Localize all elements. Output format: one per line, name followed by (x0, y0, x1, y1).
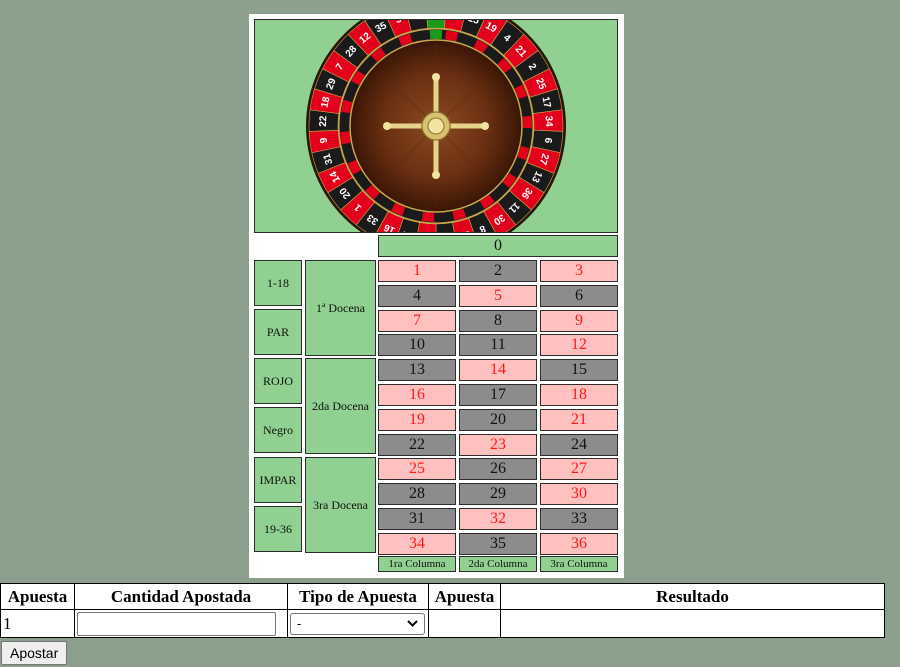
number-14-cell[interactable]: 14 (459, 359, 537, 381)
wheel-number-34: 34 (543, 115, 554, 127)
turret-knob (383, 122, 391, 130)
side-bet-negro[interactable]: Negro (254, 407, 302, 453)
chevron-down-icon (407, 620, 418, 627)
roulette-wheel[interactable]: 0321519421225173462713361130823105241633… (255, 20, 617, 232)
side-bet-impar[interactable]: IMPAR (254, 457, 302, 503)
header-result: Resultado (500, 583, 885, 610)
pocket-cup-34 (522, 115, 532, 129)
number-36-cell[interactable]: 36 (540, 533, 618, 555)
header-amount: Cantidad Apostada (74, 583, 288, 610)
turret-knob (481, 122, 489, 130)
dozen-bet-1[interactable]: 1ª Docena (305, 260, 376, 356)
amount-input[interactable] (77, 611, 276, 636)
turret-hub-cap (427, 117, 445, 135)
number-15-cell[interactable]: 15 (540, 359, 618, 381)
number-9-cell[interactable]: 9 (540, 310, 618, 332)
number-6-cell[interactable]: 6 (540, 285, 618, 307)
pocket-cup-9 (340, 131, 351, 145)
column-bet-1[interactable]: 1ra Columna (378, 556, 456, 572)
number-25-cell[interactable]: 25 (378, 458, 456, 480)
number-2-cell[interactable]: 2 (459, 260, 537, 282)
number-7-cell[interactable]: 7 (378, 310, 456, 332)
turret-knob (432, 171, 440, 179)
turret-knob (432, 73, 440, 81)
number-32-cell[interactable]: 32 (459, 508, 537, 530)
number-23-cell[interactable]: 23 (459, 434, 537, 456)
number-30-cell[interactable]: 30 (540, 483, 618, 505)
number-22-cell[interactable]: 22 (378, 434, 456, 456)
number-19-cell[interactable]: 19 (378, 409, 456, 431)
number-12-cell[interactable]: 12 (540, 334, 618, 356)
number-3-cell[interactable]: 3 (540, 260, 618, 282)
pocket-cup-6 (521, 131, 532, 145)
number-0-cell[interactable]: 0 (378, 235, 618, 257)
number-31-cell[interactable]: 31 (378, 508, 456, 530)
roulette-wheel-panel: 0321519421225173462713361130823105241633… (254, 19, 618, 233)
number-27-cell[interactable]: 27 (540, 458, 618, 480)
bet-type-selected: - (297, 616, 302, 631)
number-13-cell[interactable]: 13 (378, 359, 456, 381)
number-34-cell[interactable]: 34 (378, 533, 456, 555)
number-11-cell[interactable]: 11 (459, 334, 537, 356)
roulette-board: 0321519421225173462713361130823105241633… (249, 14, 624, 578)
side-bet-1-18[interactable]: 1-18 (254, 260, 302, 306)
side-bet-par[interactable]: PAR (254, 309, 302, 355)
number-16-cell[interactable]: 16 (378, 384, 456, 406)
number-26-cell[interactable]: 26 (459, 458, 537, 480)
bet-button[interactable]: Apostar (1, 641, 68, 665)
header-bet: Apuesta (0, 583, 75, 610)
bet-value-cell (428, 609, 501, 638)
bet-index: 1 (0, 609, 75, 638)
table-row: 1 - (0, 609, 885, 638)
bets-table: Apuesta Cantidad Apostada Tipo de Apuest… (0, 583, 885, 638)
column-bet-2[interactable]: 2da Columna (459, 556, 537, 572)
bet-type-select[interactable]: - (290, 612, 425, 635)
number-21-cell[interactable]: 21 (540, 409, 618, 431)
pocket-cup-10 (437, 212, 451, 222)
number-29-cell[interactable]: 29 (459, 483, 537, 505)
number-28-cell[interactable]: 28 (378, 483, 456, 505)
wheel-number-22: 22 (318, 115, 329, 127)
number-5-cell[interactable]: 5 (459, 285, 537, 307)
bet-type-cell: - (287, 609, 429, 638)
number-33-cell[interactable]: 33 (540, 508, 618, 530)
side-bet-19-36[interactable]: 19-36 (254, 506, 302, 552)
pocket-cup-5 (421, 212, 435, 222)
number-10-cell[interactable]: 10 (378, 334, 456, 356)
wheel-pocket-0 (426, 20, 446, 29)
header-bet-type: Tipo de Apuesta (287, 583, 429, 610)
number-20-cell[interactable]: 20 (459, 409, 537, 431)
pocket-cup-0 (429, 29, 443, 40)
pocket-cup-22 (340, 115, 350, 129)
number-18-cell[interactable]: 18 (540, 384, 618, 406)
number-4-cell[interactable]: 4 (378, 285, 456, 307)
result-cell (500, 609, 885, 638)
number-24-cell[interactable]: 24 (540, 434, 618, 456)
number-17-cell[interactable]: 17 (459, 384, 537, 406)
dozen-bet-2[interactable]: 2da Docena (305, 358, 376, 454)
side-bet-rojo[interactable]: ROJO (254, 358, 302, 404)
number-35-cell[interactable]: 35 (459, 533, 537, 555)
amount-cell (74, 609, 288, 638)
column-bet-3[interactable]: 3ra Columna (540, 556, 618, 572)
number-8-cell[interactable]: 8 (459, 310, 537, 332)
number-1-cell[interactable]: 1 (378, 260, 456, 282)
bets-table-header: Apuesta Cantidad Apostada Tipo de Apuest… (0, 583, 885, 610)
header-bet-2: Apuesta (428, 583, 501, 610)
dozen-bet-3[interactable]: 3ra Docena (305, 457, 376, 553)
